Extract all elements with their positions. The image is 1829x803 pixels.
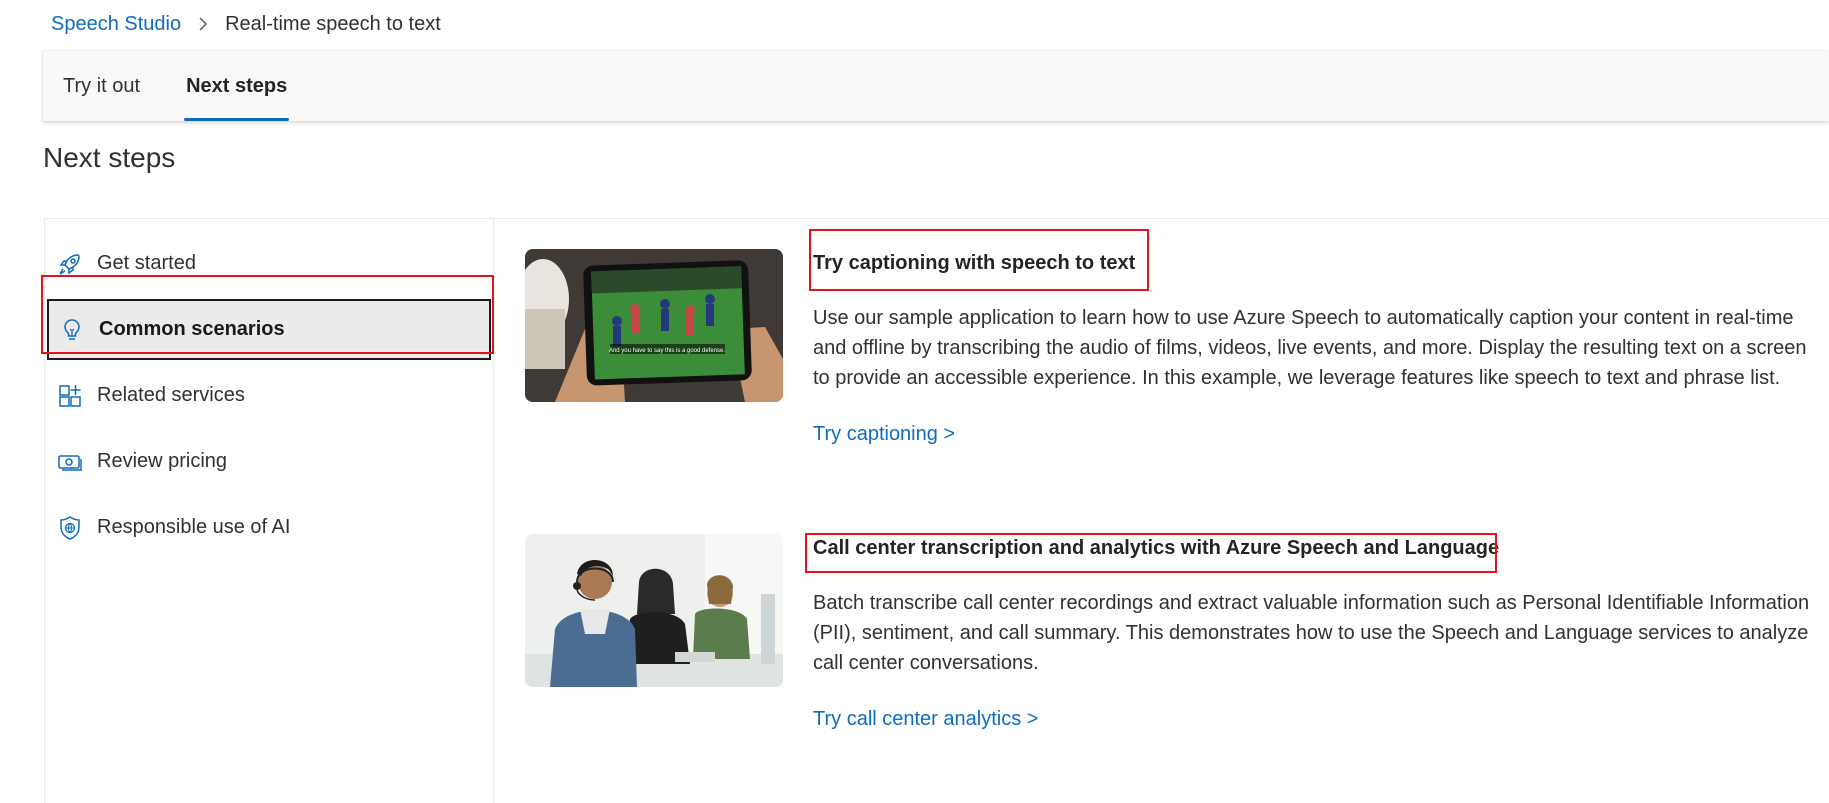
grid-add-icon [57,383,83,409]
card-title-captioning: Try captioning with speech to text [813,252,1136,274]
sidebar-item-related-services[interactable]: Related services [47,365,491,426]
phone-soccer-captions-image: And you have to say this is a good defen… [525,249,783,402]
try-captioning-link[interactable]: Try captioning > [813,423,955,446]
sidebar-item-common-scenarios[interactable]: Common scenarios [47,299,491,360]
call-center-agents-image [525,534,783,687]
shield-icon [57,515,83,541]
breadcrumb: Speech Studio Real-time speech to text [51,10,441,38]
scenario-card-call-center: Call center transcription and analytics … [525,534,1825,754]
sidebar-item-get-started[interactable]: Get started [47,233,491,294]
card-body: Try captioning with speech to text Use o… [813,249,1823,446]
caption-overlay-text: And you have to say this is a good defen… [609,348,725,354]
sidebar-item-label: Responsible use of AI [97,516,291,538]
sidebar: Get started Common scenarios Related ser… [45,219,494,803]
sidebar-item-label: Related services [97,384,245,406]
sidebar-item-label: Review pricing [97,450,228,472]
rocket-icon [57,251,83,277]
try-call-center-analytics-link[interactable]: Try call center analytics > [813,708,1038,731]
scenario-card-captioning: And you have to say this is a good defen… [525,249,1825,459]
breadcrumb-current: Real-time speech to text [225,12,441,35]
tab-next-steps[interactable]: Next steps [184,51,290,121]
card-body: Call center transcription and analytics … [813,534,1823,731]
sidebar-item-label: Get started [97,252,196,274]
next-steps-panel: Get started Common scenarios Related ser… [44,218,1829,803]
card-title-call-center: Call center transcription and analytics … [813,537,1500,559]
chevron-right-icon [197,16,209,32]
sidebar-item-review-pricing[interactable]: Review pricing [47,431,491,492]
sidebar-item-responsible-ai[interactable]: Responsible use of AI [47,497,491,558]
tab-bar: Try it out Next steps [43,51,1829,121]
breadcrumb-speech-studio-link[interactable]: Speech Studio [51,13,181,36]
money-icon [57,449,83,475]
page-title: Next steps [43,142,176,173]
card-description-captioning: Use our sample application to learn how … [813,307,1807,389]
sidebar-item-label: Common scenarios [99,318,285,340]
lightbulb-icon [59,317,85,343]
card-description-call-center: Batch transcribe call center recordings … [813,592,1810,674]
tab-try-it-out[interactable]: Try it out [61,51,142,121]
